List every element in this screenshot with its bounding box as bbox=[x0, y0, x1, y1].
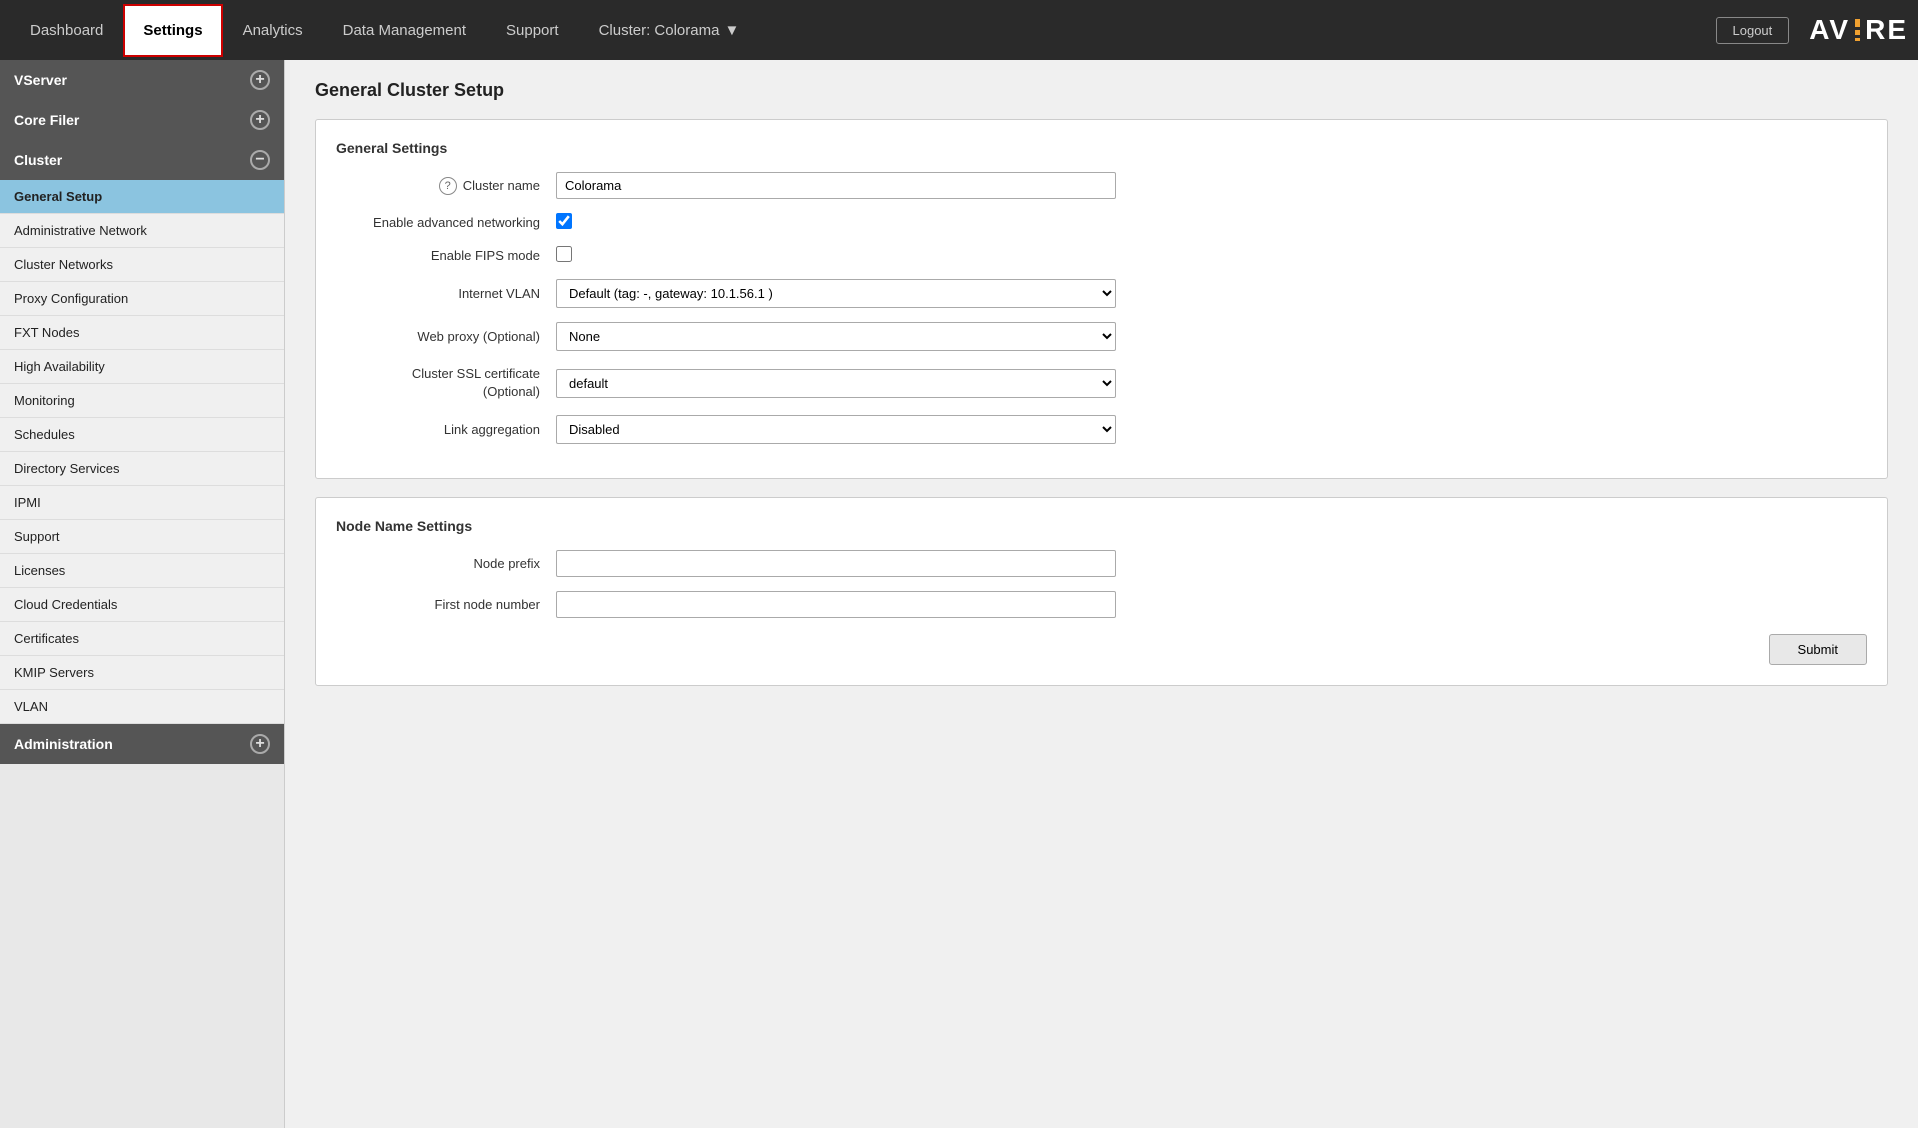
vserver-expand-icon: + bbox=[250, 70, 270, 90]
sidebar-item-kmip-servers[interactable]: KMIP Servers bbox=[0, 656, 284, 690]
logout-button[interactable]: Logout bbox=[1716, 17, 1790, 44]
chevron-down-icon: ▼ bbox=[724, 22, 739, 39]
sidebar-item-directory-services[interactable]: Directory Services bbox=[0, 452, 284, 486]
internet-vlan-label: Internet VLAN bbox=[336, 286, 556, 301]
link-aggregation-control: Disabled bbox=[556, 415, 1116, 444]
node-prefix-row: Node prefix bbox=[336, 550, 1867, 577]
topbar-right: Logout AV RE bbox=[1716, 14, 1909, 46]
main-content: General Cluster Setup General Settings ?… bbox=[285, 60, 1918, 1128]
administration-expand-icon: + bbox=[250, 734, 270, 754]
cluster-name-row: ? Cluster name bbox=[336, 172, 1867, 199]
cluster-expand-icon: − bbox=[250, 150, 270, 170]
tab-data-management[interactable]: Data Management bbox=[323, 4, 486, 57]
first-node-number-label: First node number bbox=[336, 597, 556, 612]
sidebar-item-general-setup[interactable]: General Setup bbox=[0, 180, 284, 214]
sidebar-item-licenses[interactable]: Licenses bbox=[0, 554, 284, 588]
enable-fips-mode-control bbox=[556, 246, 1116, 265]
enable-advanced-networking-label: Enable advanced networking bbox=[336, 215, 556, 230]
node-prefix-control bbox=[556, 550, 1116, 577]
internet-vlan-row: Internet VLAN Default (tag: -, gateway: … bbox=[336, 279, 1867, 308]
enable-fips-mode-label: Enable FIPS mode bbox=[336, 248, 556, 263]
avere-logo: AV RE bbox=[1809, 14, 1908, 46]
first-node-number-input[interactable] bbox=[556, 591, 1116, 618]
enable-fips-mode-checkbox[interactable] bbox=[556, 246, 572, 262]
sidebar-item-support[interactable]: Support bbox=[0, 520, 284, 554]
topbar-nav: Dashboard Settings Analytics Data Manage… bbox=[10, 4, 759, 57]
submit-button[interactable]: Submit bbox=[1769, 634, 1867, 665]
cluster-name-control bbox=[556, 172, 1116, 199]
cluster-ssl-row: Cluster SSL certificate (Optional) defau… bbox=[336, 365, 1867, 401]
enable-advanced-networking-checkbox[interactable] bbox=[556, 213, 572, 229]
tab-settings[interactable]: Settings bbox=[123, 4, 222, 57]
cluster-name-input[interactable] bbox=[556, 172, 1116, 199]
internet-vlan-select[interactable]: Default (tag: -, gateway: 10.1.56.1 ) bbox=[556, 279, 1116, 308]
sidebar-item-cloud-credentials[interactable]: Cloud Credentials bbox=[0, 588, 284, 622]
sidebar-item-proxy-configuration[interactable]: Proxy Configuration bbox=[0, 282, 284, 316]
web-proxy-control: None bbox=[556, 322, 1116, 351]
core-filer-expand-icon: + bbox=[250, 110, 270, 130]
enable-advanced-networking-row: Enable advanced networking bbox=[336, 213, 1867, 232]
sidebar-item-cluster-networks[interactable]: Cluster Networks bbox=[0, 248, 284, 282]
submit-row: Submit bbox=[336, 634, 1867, 665]
cluster-name-help-icon[interactable]: ? bbox=[439, 177, 457, 195]
node-prefix-label: Node prefix bbox=[336, 556, 556, 571]
sidebar: VServer + Core Filer + Cluster − General… bbox=[0, 60, 285, 1128]
sidebar-item-monitoring[interactable]: Monitoring bbox=[0, 384, 284, 418]
sidebar-section-administration[interactable]: Administration + bbox=[0, 724, 284, 764]
first-node-number-row: First node number bbox=[336, 591, 1867, 618]
cluster-ssl-control: default bbox=[556, 369, 1116, 398]
node-name-settings-label: Node Name Settings bbox=[336, 518, 1867, 534]
sidebar-section-cluster[interactable]: Cluster − bbox=[0, 140, 284, 180]
link-aggregation-select[interactable]: Disabled bbox=[556, 415, 1116, 444]
main-layout: VServer + Core Filer + Cluster − General… bbox=[0, 60, 1918, 1128]
cluster-name-label: ? Cluster name bbox=[336, 177, 556, 195]
sidebar-section-vserver[interactable]: VServer + bbox=[0, 60, 284, 100]
topbar: Dashboard Settings Analytics Data Manage… bbox=[0, 0, 1918, 60]
enable-advanced-networking-control bbox=[556, 213, 1116, 232]
node-name-settings-box: Node Name Settings Node prefix First nod… bbox=[315, 497, 1888, 686]
general-settings-box: General Settings ? Cluster name Enable a… bbox=[315, 119, 1888, 479]
cluster-ssl-label: Cluster SSL certificate (Optional) bbox=[336, 365, 556, 401]
sidebar-section-core-filer[interactable]: Core Filer + bbox=[0, 100, 284, 140]
general-settings-label: General Settings bbox=[336, 140, 1867, 156]
sidebar-item-vlan[interactable]: VLAN bbox=[0, 690, 284, 724]
web-proxy-row: Web proxy (Optional) None bbox=[336, 322, 1867, 351]
sidebar-item-high-availability[interactable]: High Availability bbox=[0, 350, 284, 384]
cluster-ssl-select[interactable]: default bbox=[556, 369, 1116, 398]
sidebar-item-fxt-nodes[interactable]: FXT Nodes bbox=[0, 316, 284, 350]
web-proxy-label: Web proxy (Optional) bbox=[336, 329, 556, 344]
web-proxy-select[interactable]: None bbox=[556, 322, 1116, 351]
node-prefix-input[interactable] bbox=[556, 550, 1116, 577]
enable-fips-mode-row: Enable FIPS mode bbox=[336, 246, 1867, 265]
sidebar-item-certificates[interactable]: Certificates bbox=[0, 622, 284, 656]
first-node-number-control bbox=[556, 591, 1116, 618]
tab-support[interactable]: Support bbox=[486, 4, 579, 57]
link-aggregation-label: Link aggregation bbox=[336, 422, 556, 437]
sidebar-item-schedules[interactable]: Schedules bbox=[0, 418, 284, 452]
tab-analytics[interactable]: Analytics bbox=[223, 4, 323, 57]
link-aggregation-row: Link aggregation Disabled bbox=[336, 415, 1867, 444]
internet-vlan-control: Default (tag: -, gateway: 10.1.56.1 ) bbox=[556, 279, 1116, 308]
tab-dashboard[interactable]: Dashboard bbox=[10, 4, 123, 57]
page-title: General Cluster Setup bbox=[315, 80, 1888, 101]
sidebar-item-ipmi[interactable]: IPMI bbox=[0, 486, 284, 520]
sidebar-item-administrative-network[interactable]: Administrative Network bbox=[0, 214, 284, 248]
cluster-selector[interactable]: Cluster: Colorama ▼ bbox=[579, 4, 760, 57]
